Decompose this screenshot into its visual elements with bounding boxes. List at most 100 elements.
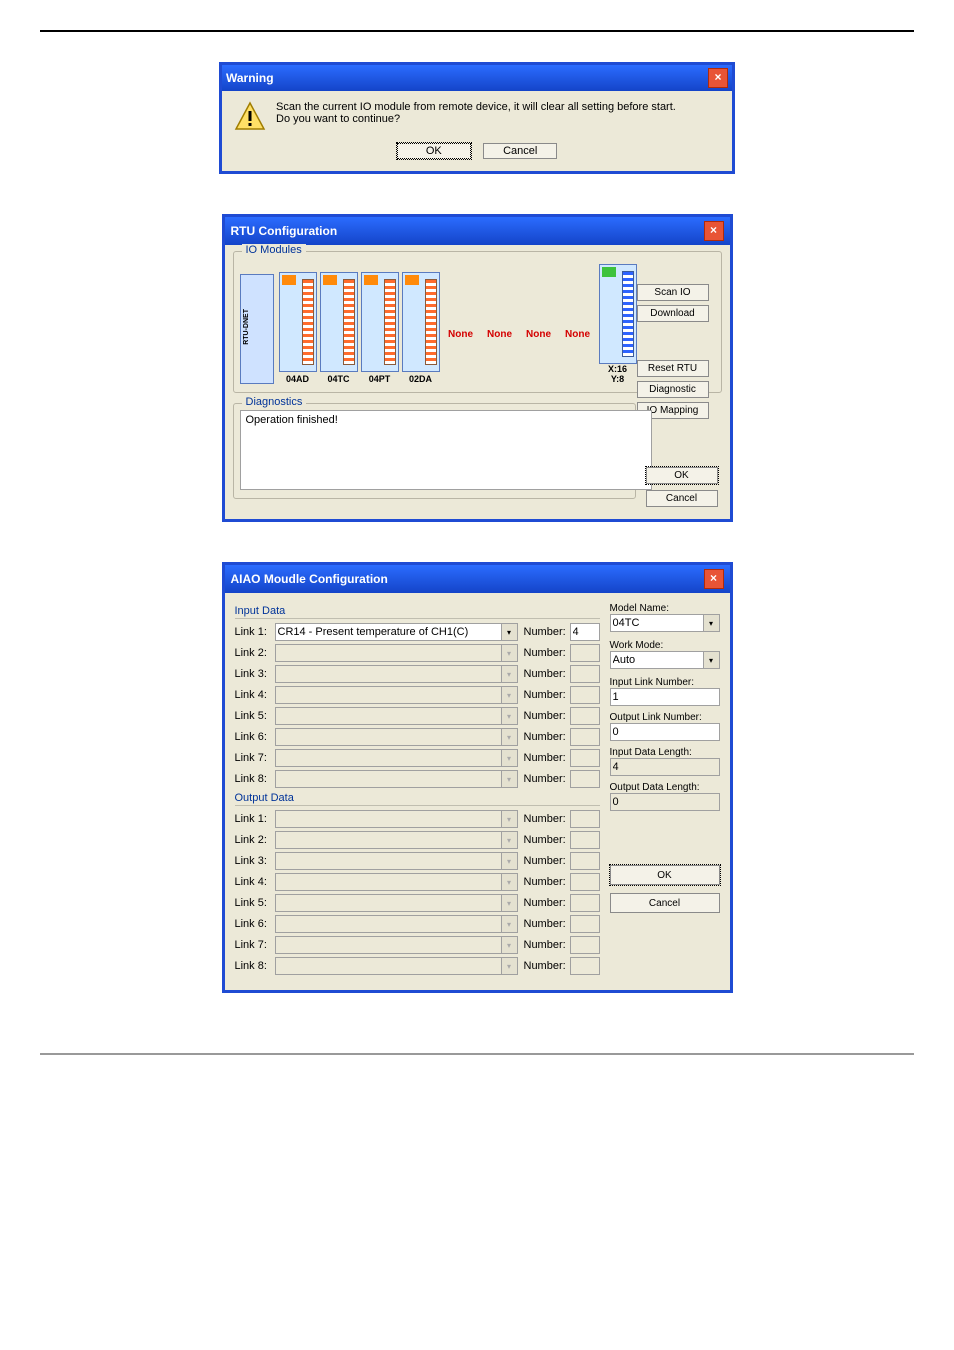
warning-titlebar: Warning × xyxy=(222,65,732,91)
rtu-ok-button[interactable]: OK xyxy=(646,467,718,484)
aiao-cancel-button[interactable]: Cancel xyxy=(610,893,720,913)
module-slot-none[interactable]: None xyxy=(560,284,596,384)
number-label: Number: xyxy=(524,689,570,701)
output-link-row: Link 4:▾Number: xyxy=(235,873,600,891)
link-label: Link 7: xyxy=(235,939,275,951)
link-label: Link 1: xyxy=(235,626,275,638)
module-x16y8[interactable] xyxy=(599,264,637,364)
warning-ok-button[interactable]: OK xyxy=(397,143,471,159)
chevron-down-icon: ▾ xyxy=(502,810,518,828)
input-link-row: Link 4: ▾ Number: xyxy=(235,686,600,704)
module-slot-none[interactable]: None xyxy=(443,284,479,384)
link-label: Link 6: xyxy=(235,731,275,743)
number-field xyxy=(570,894,600,912)
output-link-row: Link 7:▾Number: xyxy=(235,936,600,954)
link-select xyxy=(275,770,502,788)
scan-io-button[interactable]: Scan IO xyxy=(637,284,709,301)
module-slot-none[interactable]: None xyxy=(521,284,557,384)
aiao-ok-button[interactable]: OK xyxy=(610,865,720,885)
number-field[interactable] xyxy=(570,623,600,641)
module-02da[interactable] xyxy=(402,272,440,372)
module-04tc[interactable] xyxy=(320,272,358,372)
module-slot-none[interactable]: None xyxy=(482,284,518,384)
module-04pt[interactable] xyxy=(361,272,399,372)
number-label: Number: xyxy=(524,855,570,867)
diagnostics-label: Diagnostics xyxy=(242,396,307,408)
number-label: Number: xyxy=(524,876,570,888)
module-04ad[interactable] xyxy=(279,272,317,372)
number-field xyxy=(570,936,600,954)
number-label: Number: xyxy=(524,752,570,764)
model-name-label: Model Name: xyxy=(610,603,720,614)
link-select xyxy=(275,728,502,746)
link-select xyxy=(275,936,502,954)
number-label: Number: xyxy=(524,731,570,743)
number-field xyxy=(570,831,600,849)
output-link-number-field[interactable] xyxy=(610,723,720,741)
link-label: Link 4: xyxy=(235,689,275,701)
number-label: Number: xyxy=(524,647,570,659)
link-label: Link 7: xyxy=(235,752,275,764)
chevron-down-icon: ▾ xyxy=(502,728,518,746)
input-link-row: Link 6: ▾ Number: xyxy=(235,728,600,746)
diagnostic-button[interactable]: Diagnostic xyxy=(637,381,709,398)
chevron-down-icon: ▾ xyxy=(502,686,518,704)
chevron-down-icon: ▾ xyxy=(502,665,518,683)
chevron-down-icon: ▾ xyxy=(502,852,518,870)
warning-cancel-button[interactable]: Cancel xyxy=(483,143,557,159)
number-field xyxy=(570,852,600,870)
output-link-row: Link 2:▾Number: xyxy=(235,831,600,849)
chevron-down-icon: ▾ xyxy=(502,707,518,725)
close-icon[interactable]: × xyxy=(704,569,724,589)
close-icon[interactable]: × xyxy=(704,221,724,241)
rtu-module-icon[interactable]: RTU-DNET xyxy=(240,274,274,384)
number-field xyxy=(570,873,600,891)
input-link-number-field[interactable] xyxy=(610,688,720,706)
download-button[interactable]: Download xyxy=(637,305,709,322)
diagnostics-textarea[interactable]: Operation finished! xyxy=(240,410,652,490)
output-link-row: Link 5:▾Number: xyxy=(235,894,600,912)
link-select xyxy=(275,831,502,849)
number-field xyxy=(570,644,600,662)
chevron-down-icon: ▾ xyxy=(502,936,518,954)
chevron-down-icon: ▾ xyxy=(502,770,518,788)
output-link-row: Link 3:▾Number: xyxy=(235,852,600,870)
rtu-cancel-button[interactable]: Cancel xyxy=(646,490,718,507)
chevron-down-icon[interactable]: ▾ xyxy=(704,651,720,669)
warning-dialog: Warning × Scan the current IO module fro… xyxy=(219,62,735,174)
link-select xyxy=(275,707,502,725)
number-label: Number: xyxy=(524,773,570,785)
warning-message: Scan the current IO module from remote d… xyxy=(276,101,676,133)
link-label: Link 1: xyxy=(235,813,275,825)
input-data-length-field xyxy=(610,758,720,776)
number-field xyxy=(570,957,600,975)
number-field xyxy=(570,665,600,683)
chevron-down-icon[interactable]: ▾ xyxy=(502,623,518,641)
input-link-row: Link 7:▾Number: xyxy=(235,749,600,767)
warning-icon xyxy=(234,101,266,133)
model-name-select[interactable] xyxy=(610,614,704,632)
reset-rtu-button[interactable]: Reset RTU xyxy=(637,360,709,377)
output-link-row: Link 1:▾Number: xyxy=(235,810,600,828)
number-field xyxy=(570,770,600,788)
link-select xyxy=(275,749,502,767)
input-link-row: Link 8: ▾ Number: xyxy=(235,770,600,788)
link-label: Link 8: xyxy=(235,773,275,785)
aiao-title-text: AIAO Moudle Configuration xyxy=(231,572,704,586)
work-mode-select[interactable] xyxy=(610,651,704,669)
link-label: Link 2: xyxy=(235,647,275,659)
close-icon[interactable]: × xyxy=(708,68,728,88)
chevron-down-icon[interactable]: ▾ xyxy=(704,614,720,632)
rtu-dialog: RTU Configuration × IO Modules Scan IO D… xyxy=(222,214,733,522)
link-select xyxy=(275,894,502,912)
warning-title-text: Warning xyxy=(226,71,708,85)
io-modules-group: IO Modules Scan IO Download Reset RTU Di… xyxy=(233,251,722,393)
link-select[interactable] xyxy=(275,623,502,641)
link-label: Link 2: xyxy=(235,834,275,846)
input-data-header: Input Data xyxy=(235,605,600,619)
input-link-row: Link 3:▾Number: xyxy=(235,665,600,683)
rtu-title-text: RTU Configuration xyxy=(231,224,704,238)
chevron-down-icon: ▾ xyxy=(502,831,518,849)
work-mode-label: Work Mode: xyxy=(610,640,720,651)
link-select xyxy=(275,915,502,933)
